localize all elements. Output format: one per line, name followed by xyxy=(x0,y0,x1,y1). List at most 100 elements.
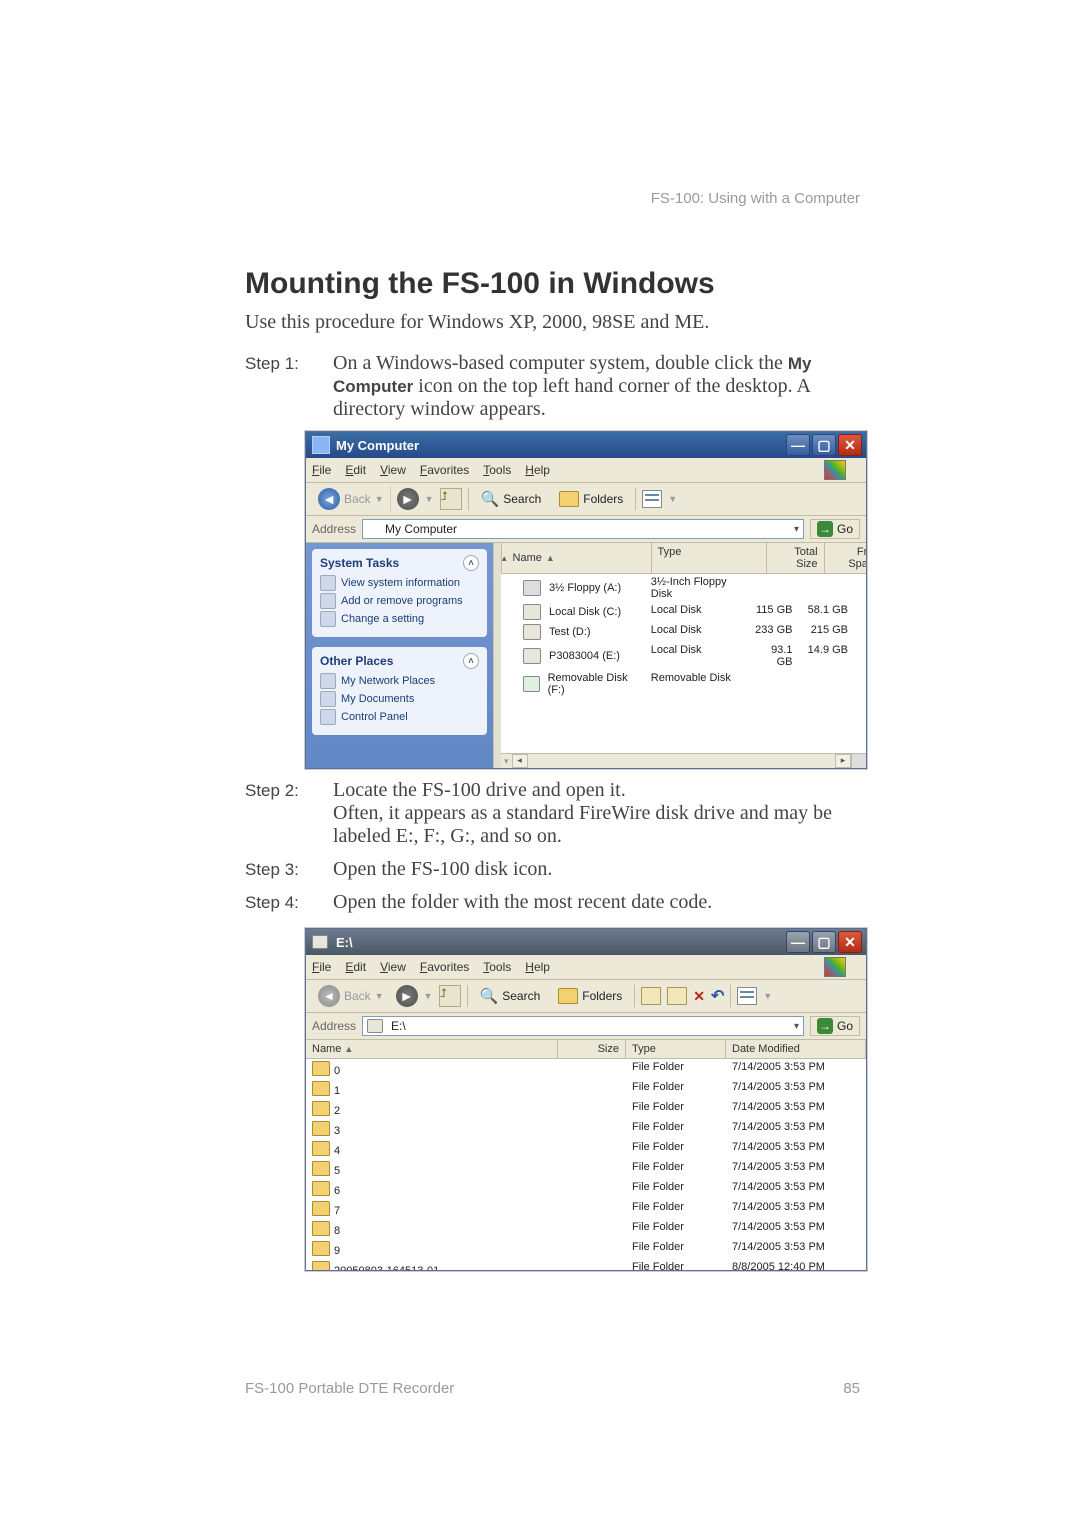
minimize-button[interactable]: — xyxy=(786,931,810,953)
collapse-icon[interactable]: ˄ xyxy=(463,653,479,669)
horizontal-scrollbar[interactable]: ▾ ◂ ▸ xyxy=(501,753,866,768)
file-row[interactable]: 8File Folder7/14/2005 3:53 PM xyxy=(306,1219,866,1239)
sort-asc-icon: ▲ xyxy=(546,553,555,563)
task-change-setting[interactable]: Change a setting xyxy=(320,611,479,627)
file-row[interactable]: 5File Folder7/14/2005 3:53 PM xyxy=(306,1159,866,1179)
system-tasks-title: System Tasks xyxy=(320,556,399,570)
undo-button[interactable]: ↶ xyxy=(711,986,724,1006)
place-my-documents[interactable]: My Documents xyxy=(320,691,479,707)
listview: ▴ Name ▲ Type Total Size Free Space Comm… xyxy=(501,543,866,768)
drive-row[interactable]: Local Disk (C:)Local Disk115 GB58.1 GB xyxy=(517,602,866,622)
file-row[interactable]: 1File Folder7/14/2005 3:53 PM xyxy=(306,1079,866,1099)
maximize-button[interactable]: ▢ xyxy=(812,434,836,456)
column-total-size[interactable]: Total Size xyxy=(767,543,825,573)
menu-view[interactable]: View xyxy=(380,960,406,974)
scroll-down-icon[interactable]: ▾ xyxy=(501,756,512,767)
copy-to-button[interactable] xyxy=(667,987,687,1005)
drive-row[interactable]: Test (D:)Local Disk233 GB215 GB xyxy=(517,622,866,642)
drive-row[interactable]: P3083004 (E:)Local Disk93.1 GB14.9 GB xyxy=(517,642,866,670)
address-dropdown-icon[interactable]: ▾ xyxy=(794,1021,799,1032)
task-add-remove-programs[interactable]: Add or remove programs xyxy=(320,593,479,609)
drive-row[interactable]: 3½ Floppy (A:)3½-Inch Floppy Disk xyxy=(517,574,866,602)
column-date-modified[interactable]: Date Modified xyxy=(726,1040,866,1058)
titlebar[interactable]: My Computer — ▢ ✕ xyxy=(306,432,866,458)
file-row[interactable]: 4File Folder7/14/2005 3:53 PM xyxy=(306,1139,866,1159)
menu-edit[interactable]: Edit xyxy=(345,463,366,477)
file-row[interactable]: 3File Folder7/14/2005 3:53 PM xyxy=(306,1119,866,1139)
views-button[interactable] xyxy=(737,987,757,1005)
menu-favorites[interactable]: Favorites xyxy=(420,463,469,477)
step4-label: Step 4: xyxy=(245,891,333,914)
address-icon xyxy=(367,522,381,536)
place-my-network-places[interactable]: My Network Places xyxy=(320,673,479,689)
file-row[interactable]: 0File Folder7/14/2005 3:53 PM xyxy=(306,1059,866,1079)
collapse-icon[interactable]: ˄ xyxy=(463,555,479,571)
windows-logo-icon xyxy=(824,957,846,977)
forward-button[interactable]: ► xyxy=(397,488,419,510)
sidebar-scrollbar[interactable] xyxy=(493,543,501,768)
menu-file[interactable]: File xyxy=(312,960,331,974)
file-row[interactable]: 9File Folder7/14/2005 3:53 PM xyxy=(306,1239,866,1259)
menu-file[interactable]: File xyxy=(312,463,331,477)
menu-tools[interactable]: Tools xyxy=(483,960,511,974)
menu-view[interactable]: View xyxy=(380,463,406,477)
close-button[interactable]: ✕ xyxy=(838,931,862,953)
back-button[interactable]: ◄ Back ▼ xyxy=(312,983,390,1009)
windows-logo-icon xyxy=(824,460,846,480)
menu-tools[interactable]: Tools xyxy=(483,463,511,477)
move-to-button[interactable] xyxy=(641,987,661,1005)
up-button[interactable]: ⮥ xyxy=(440,488,462,510)
go-arrow-icon: → xyxy=(817,521,833,537)
menu-help[interactable]: Help xyxy=(525,960,550,974)
folder-icon xyxy=(312,1201,330,1216)
step4-body: Open the folder with the most recent dat… xyxy=(333,891,860,914)
go-button[interactable]: → Go xyxy=(810,519,860,539)
file-row[interactable]: 6File Folder7/14/2005 3:53 PM xyxy=(306,1179,866,1199)
forward-button[interactable]: ► xyxy=(396,985,418,1007)
menu-edit[interactable]: Edit xyxy=(345,960,366,974)
scroll-right-button[interactable]: ▸ xyxy=(835,754,851,768)
titlebar[interactable]: E:\ — ▢ ✕ xyxy=(306,929,866,955)
column-size[interactable]: Size xyxy=(558,1040,626,1058)
my-computer-icon xyxy=(312,436,330,454)
menubar: File Edit View Favorites Tools Help xyxy=(306,458,866,483)
search-button[interactable]: 🔍 Search xyxy=(475,488,548,510)
file-row[interactable]: 7File Folder7/14/2005 3:53 PM xyxy=(306,1199,866,1219)
column-type[interactable]: Type xyxy=(652,543,767,573)
address-field[interactable]: E:\ ▾ xyxy=(362,1016,804,1036)
menu-help[interactable]: Help xyxy=(525,463,550,477)
folder-icon xyxy=(312,1261,330,1270)
search-icon: 🔍 xyxy=(481,490,500,508)
close-button[interactable]: ✕ xyxy=(838,434,862,456)
menu-favorites[interactable]: Favorites xyxy=(420,960,469,974)
address-icon xyxy=(367,1019,383,1033)
folder-icon xyxy=(312,1061,330,1076)
column-type[interactable]: Type xyxy=(626,1040,726,1058)
column-free-space[interactable]: Free Space xyxy=(825,543,866,573)
step3-body: Open the FS-100 disk icon. xyxy=(333,858,860,881)
views-button[interactable] xyxy=(642,490,662,508)
folders-button[interactable]: Folders xyxy=(552,986,628,1006)
addressbar: Address E:\ ▾ → Go xyxy=(306,1013,866,1040)
maximize-button[interactable]: ▢ xyxy=(812,931,836,953)
my-computer-window: My Computer — ▢ ✕ File Edit View Favorit… xyxy=(305,431,867,769)
back-button[interactable]: ◄ Back ▼ xyxy=(312,486,391,512)
place-control-panel[interactable]: Control Panel xyxy=(320,709,479,725)
search-button[interactable]: 🔍 Search xyxy=(474,985,547,1007)
drive-row[interactable]: Removable Disk (F:)Removable Disk xyxy=(517,670,866,698)
drive-icon xyxy=(523,580,541,596)
folders-button[interactable]: Folders xyxy=(553,489,629,509)
task-view-system-info[interactable]: View system information xyxy=(320,575,479,591)
address-field[interactable]: My Computer ▾ xyxy=(362,519,804,539)
minimize-button[interactable]: — xyxy=(786,434,810,456)
up-button[interactable]: ⮥ xyxy=(439,985,461,1007)
column-name[interactable]: Name ▲ xyxy=(306,1040,558,1058)
file-row[interactable]: 20050803-164513-01File Folder8/8/2005 12… xyxy=(306,1259,866,1270)
address-dropdown-icon[interactable]: ▾ xyxy=(794,524,799,535)
go-button[interactable]: → Go xyxy=(810,1016,860,1036)
file-row[interactable]: 2File Folder7/14/2005 3:53 PM xyxy=(306,1099,866,1119)
search-icon: 🔍 xyxy=(480,987,499,1005)
delete-button[interactable]: ✕ xyxy=(693,988,705,1005)
column-name[interactable]: Name ▲ xyxy=(507,543,652,573)
scroll-left-button[interactable]: ◂ xyxy=(512,754,528,768)
